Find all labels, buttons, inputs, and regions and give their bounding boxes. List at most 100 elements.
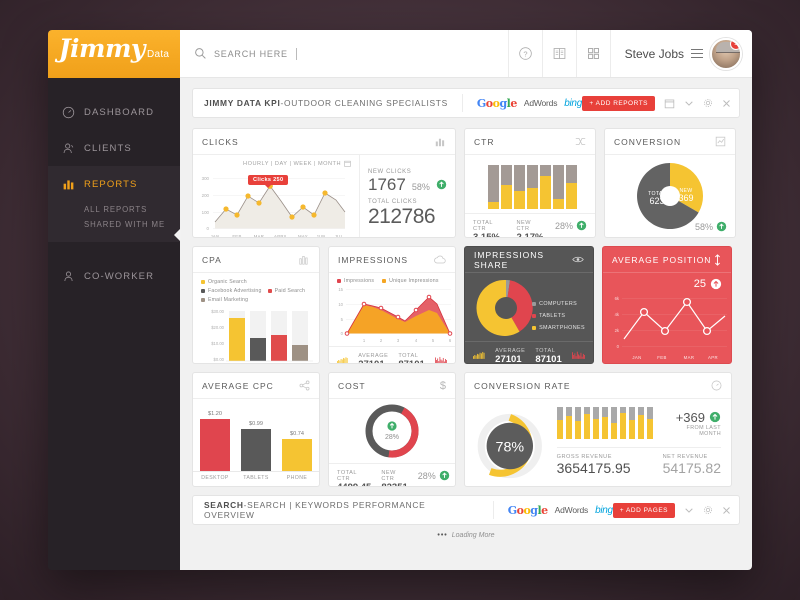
shuffle-icon[interactable]: [575, 136, 586, 147]
ctr-pct: 28%: [554, 220, 573, 231]
svg-text:623: 623: [649, 196, 664, 206]
svg-text:$20.00: $20.00: [211, 325, 224, 330]
sidebar-subitem-shared-with-me[interactable]: SHARED WITH ME: [84, 217, 180, 232]
clicks-range-selector[interactable]: HOURLY | DAY | WEEK | MONTH: [243, 160, 351, 167]
main-area: SEARCH HERE ? Steve Jobs 1 JIMMY DATA KP…: [180, 30, 752, 570]
cpc-bar-phone: [282, 439, 312, 471]
sidebar-item-dashboard[interactable]: DASHBOARD: [48, 94, 180, 130]
impressions-average-value: 27101: [358, 359, 388, 363]
share-average: AVERAGE 27101: [495, 348, 525, 363]
card-impressions: IMPRESSIONS Impressions Unique Impressio…: [328, 246, 456, 364]
cpc-bar-desktop: [200, 419, 230, 471]
sidebar-nav: DASHBOARD CLIENTS REPORTS ALL REPORTS SH…: [48, 78, 180, 294]
cr-bar: [583, 407, 590, 439]
svg-text:10: 10: [338, 302, 343, 307]
cr-bar: [646, 407, 653, 439]
calendar-icon[interactable]: [664, 98, 675, 109]
hamburger-icon[interactable]: [691, 48, 703, 59]
bar-chart-icon[interactable]: [299, 254, 310, 265]
grid-icon[interactable]: [575, 30, 610, 77]
report-title-light: -OUTDOOR CLEANING SPECIALISTS: [280, 98, 448, 108]
svg-text:?: ?: [523, 49, 527, 58]
card-body: HOURLY | DAY | WEEK | MONTH 300 200 100: [193, 155, 455, 238]
clock-icon[interactable]: [711, 380, 722, 391]
avatar[interactable]: 1: [710, 37, 742, 70]
conversion-rate-donut: 78%: [477, 413, 542, 479]
svg-text:MAR: MAR: [684, 355, 695, 360]
sidebar-item-reports[interactable]: REPORTS: [48, 166, 180, 202]
share-icon[interactable]: [299, 380, 310, 391]
sidebar-item-co-worker[interactable]: CO-WORKER: [48, 258, 180, 294]
add-reports-button[interactable]: + ADD REPORTS: [582, 95, 655, 111]
report-title: JIMMY DATA KPI-OUTDOOR CLEANING SPECIALI…: [204, 98, 448, 108]
legend-item: Email Marketing: [201, 297, 248, 303]
card-clicks: CLICKS HOURLY | DAY | WEEK | MONTH 300 2…: [192, 128, 456, 238]
search-input[interactable]: SEARCH HERE: [180, 47, 508, 60]
svg-text:MAR: MAR: [254, 234, 264, 238]
svg-text:6k: 6k: [615, 296, 620, 301]
logo[interactable]: Jimmy Data: [48, 30, 180, 78]
chevron-down-icon[interactable]: [684, 98, 694, 108]
close-icon[interactable]: [722, 99, 731, 108]
arrow-up-circle-icon: [576, 220, 587, 231]
svg-text:$0.00: $0.00: [214, 357, 225, 362]
bar-chart-icon[interactable]: [435, 136, 446, 147]
sidebar-item-label: REPORTS: [84, 178, 138, 190]
cost-trend: 28%: [418, 470, 450, 481]
legend-item: Organic Search: [201, 279, 247, 285]
share-total: TOTAL 87101: [535, 348, 561, 363]
ctr-new-value: 2.17%: [516, 232, 544, 238]
sidebar-item-clients[interactable]: CLIENTS: [48, 130, 180, 166]
cpa-legend: Organic Search Facebook Advertising Paid…: [193, 273, 319, 305]
eye-icon[interactable]: [572, 255, 584, 264]
move-icon[interactable]: [713, 253, 722, 266]
user-name: Steve Jobs: [624, 46, 684, 61]
cost-new-label: NEW CTR: [381, 470, 396, 482]
svg-text:FEB: FEB: [232, 234, 241, 238]
arrow-up-circle-icon: [716, 221, 727, 232]
search-brandmarks: Google AdWords bing: [508, 504, 613, 517]
cpc-column-tablets: $0.99: [241, 421, 271, 471]
cost-total-label: TOTAL CTR: [337, 470, 357, 482]
chevron-down-icon[interactable]: [684, 505, 694, 515]
impressions-share-donut: [476, 279, 533, 336]
content-area: JIMMY DATA KPI-OUTDOOR CLEANING SPECIALI…: [180, 78, 752, 570]
dollar-icon[interactable]: $: [440, 380, 446, 392]
cloud-icon[interactable]: [434, 255, 446, 265]
card-body: 78% +369 FROM LAST MONTH GROSS REVENUE 3…: [465, 399, 731, 486]
card-header: CPA: [193, 247, 319, 273]
impressions-average: AVERAGE 27101: [358, 353, 388, 363]
cost-donut: 28%: [365, 404, 419, 458]
legend-label: Organic Search: [208, 279, 247, 285]
card-title: CONVERSION: [614, 136, 682, 147]
chart-icon[interactable]: [715, 136, 726, 147]
svg-text:4: 4: [415, 338, 418, 343]
card-title: AVERAGE CPC: [202, 380, 274, 391]
add-pages-button[interactable]: + ADD PAGES: [612, 502, 675, 518]
sidebar: Jimmy Data DASHBOARD CLIENTS REPORTS ALL…: [48, 30, 181, 570]
google-logo: Google: [476, 96, 517, 110]
adwords-label: AdWords: [554, 505, 589, 515]
conversion-rate-bars: [556, 407, 653, 439]
user-icon: [62, 270, 84, 283]
net-revenue-value: 54175.82: [662, 460, 721, 476]
gear-icon[interactable]: [703, 505, 713, 515]
calendar-icon[interactable]: [344, 160, 351, 167]
sidebar-subitem-all-reports[interactable]: ALL REPORTS: [84, 202, 180, 217]
svg-text:5: 5: [432, 338, 435, 343]
svg-text:JUN: JUN: [316, 234, 325, 238]
arrow-up-circle-icon: [439, 470, 450, 481]
ctr-total-label: TOTAL CTR: [473, 220, 493, 232]
cards-row-3: AVERAGE CPC $1.20 $0.99 $0.74 DESKTOP TA…: [192, 372, 740, 487]
average-position-line-chart: 6k 4k 2k 0 JAN FEB MAR APR: [615, 296, 727, 360]
close-icon[interactable]: [722, 506, 731, 515]
book-icon[interactable]: [541, 30, 576, 77]
cr-bar: [592, 407, 599, 439]
search-bar-actions: + ADD PAGES: [612, 502, 731, 518]
gear-icon[interactable]: [703, 98, 713, 108]
ctr-trend: 28%: [555, 220, 587, 231]
user-menu[interactable]: Steve Jobs 1: [609, 30, 752, 77]
help-icon[interactable]: ?: [507, 30, 542, 77]
logo-suffix: Data: [146, 49, 170, 60]
impressions-area-chart: 15 10 5 0 1 2 3 4 5 6: [338, 287, 453, 343]
